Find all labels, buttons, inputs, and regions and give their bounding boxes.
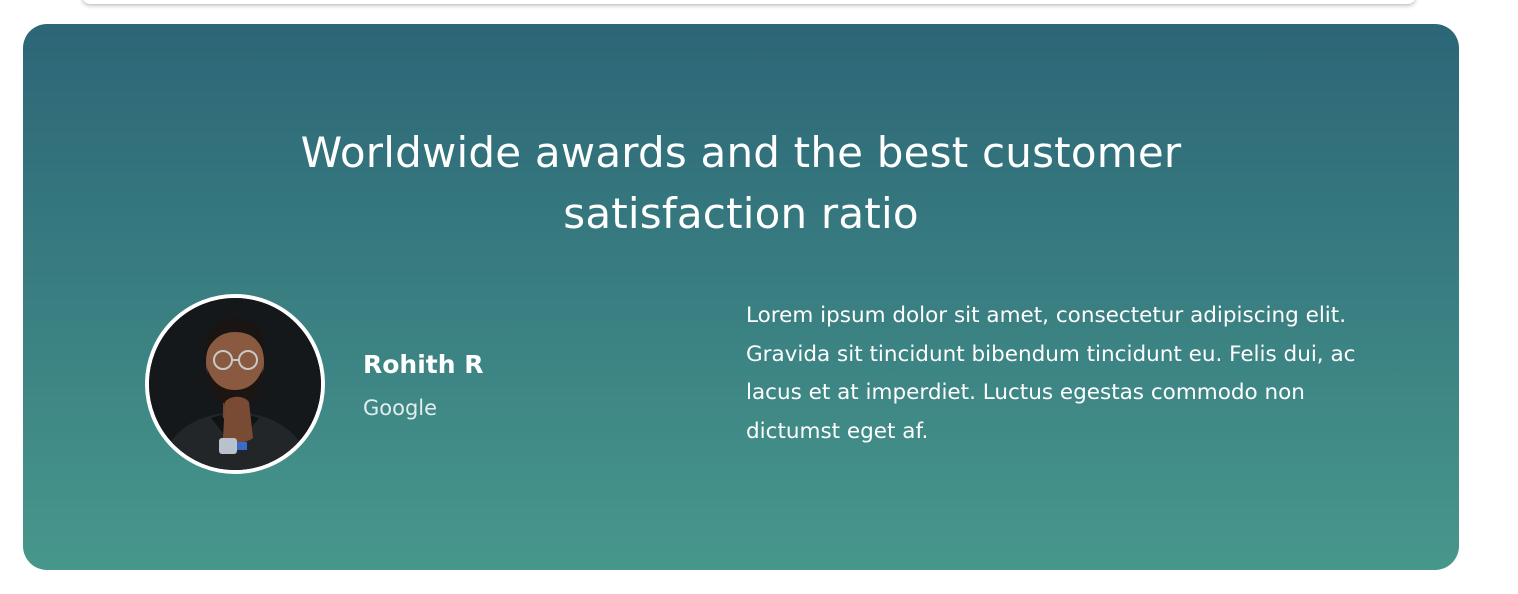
- avatar-portrait-image: [149, 298, 321, 470]
- top-card-edge: [82, 0, 1416, 4]
- testimonial-banner: Worldwide awards and the best customer s…: [23, 24, 1459, 570]
- avatar: [145, 294, 325, 474]
- person-company: Google: [363, 396, 438, 420]
- testimonial-headline: Worldwide awards and the best customer s…: [300, 128, 1182, 238]
- testimonial-quote: Lorem ipsum dolor sit amet, consectetur …: [746, 303, 1356, 444]
- person-name: Rohith R: [363, 350, 484, 379]
